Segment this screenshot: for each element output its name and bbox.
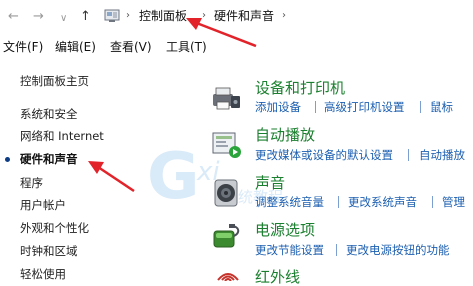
forward-button[interactable]: → (33, 9, 44, 25)
sidebar-item-user-accounts[interactable]: 用户帐户 (20, 198, 66, 212)
menu-view[interactable]: 查看(V) (110, 39, 152, 55)
autoplay-icon (212, 132, 241, 158)
link-adjust-volume[interactable]: 调整系统音量 (255, 195, 324, 209)
category-title-power[interactable]: 电源选项 (255, 221, 315, 239)
sidebar-item-appearance[interactable]: 外观和个性化 (20, 221, 89, 235)
link-separator (420, 101, 421, 113)
sidebar-item-ease-of-access[interactable]: 轻松使用 (20, 267, 66, 281)
link-advanced-printer[interactable]: 高级打印机设置 (324, 100, 405, 114)
sidebar-item-home[interactable]: 控制面板主页 (20, 74, 89, 88)
battery-icon (213, 224, 240, 248)
breadcrumb-separator: › (282, 10, 286, 21)
menu-edit[interactable]: 编辑(E) (55, 39, 96, 55)
infrared-icon (217, 273, 239, 281)
category-title-sound[interactable]: 声音 (255, 174, 285, 192)
back-button[interactable]: ← (8, 9, 19, 25)
category-title-devices[interactable]: 设备和打印机 (255, 79, 345, 97)
recent-locations-dropdown[interactable]: ∨ (60, 11, 67, 27)
link-autoplay[interactable]: 自动播放 (419, 148, 465, 162)
sidebar-item-hardware-sound[interactable]: 硬件和声音 (20, 152, 78, 166)
link-change-power-saving[interactable]: 更改节能设置 (255, 243, 324, 257)
up-button[interactable]: ↑ (80, 9, 91, 25)
sidebar-item-programs[interactable]: 程序 (20, 176, 43, 190)
link-separator (338, 196, 339, 208)
link-mouse[interactable]: 鼠标 (430, 100, 453, 114)
speaker-icon (214, 179, 238, 207)
sidebar-item-network[interactable]: 网络和 Internet (20, 129, 104, 143)
link-add-device[interactable]: 添加设备 (255, 100, 301, 114)
category-title-infrared[interactable]: 红外线 (255, 268, 300, 286)
active-bullet-icon (5, 157, 10, 162)
link-separator (315, 101, 316, 113)
link-separator (408, 149, 409, 161)
link-change-media-defaults[interactable]: 更改媒体或设备的默认设置 (255, 148, 393, 162)
watermark-letter: G (147, 140, 200, 210)
link-separator (432, 196, 433, 208)
link-manage-audio[interactable]: 管理 (442, 195, 465, 209)
link-separator (336, 244, 337, 256)
annotation-arrow-breadcrumb (186, 18, 257, 48)
sidebar-item-security[interactable]: 系统和安全 (20, 107, 78, 121)
printer-icon (213, 87, 240, 110)
link-change-system-sounds[interactable]: 更改系统声音 (348, 195, 417, 209)
link-power-button-function[interactable]: 更改电源按钮的功能 (346, 243, 450, 257)
control-panel-icon (104, 9, 120, 22)
sidebar-item-clock-region[interactable]: 时钟和区域 (20, 244, 78, 258)
breadcrumb-separator: › (126, 10, 130, 21)
annotation-arrow-sidebar (88, 161, 135, 193)
category-title-autoplay[interactable]: 自动播放 (255, 126, 315, 144)
menu-file[interactable]: 文件(F) (3, 39, 43, 55)
